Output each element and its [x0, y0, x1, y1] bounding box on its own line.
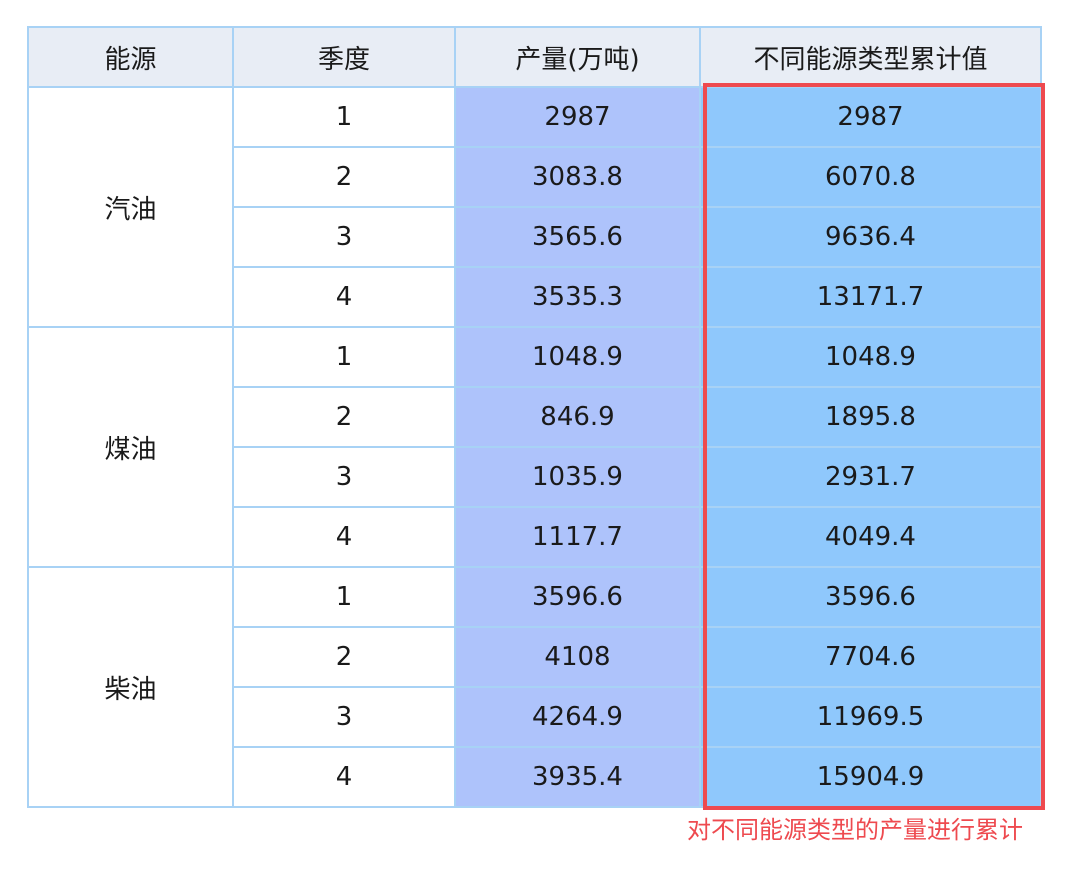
quarter-cell: 4	[232, 746, 456, 808]
cumulative-cell: 6070.8	[699, 146, 1042, 208]
quarter-cell: 1	[232, 86, 456, 148]
cumulative-table: 能源 季度 产量(万吨) 不同能源类型累计值 汽油 1 2987 2987 2 …	[27, 26, 1042, 808]
production-cell: 4264.9	[454, 686, 701, 748]
quarter-cell: 2	[232, 626, 456, 688]
cumulative-cell: 2931.7	[699, 446, 1042, 508]
cumulative-cell: 2987	[699, 86, 1042, 148]
annotation-note: 对不同能源类型的产量进行累计	[687, 816, 1023, 844]
production-cell: 3596.6	[454, 566, 701, 628]
production-cell: 846.9	[454, 386, 701, 448]
cumulative-cell: 13171.7	[699, 266, 1042, 328]
cumulative-cell: 4049.4	[699, 506, 1042, 568]
header-row: 能源 季度 产量(万吨) 不同能源类型累计值	[27, 26, 1042, 88]
cumulative-cell: 7704.6	[699, 626, 1042, 688]
cumulative-cell: 3596.6	[699, 566, 1042, 628]
energy-cell: 柴油	[27, 566, 234, 808]
energy-cell: 汽油	[27, 86, 234, 328]
table-row: 汽油 1 2987 2987	[27, 86, 1042, 328]
production-cell: 3935.4	[454, 746, 701, 808]
production-cell: 4108	[454, 626, 701, 688]
header-cumulative: 不同能源类型累计值	[699, 26, 1042, 88]
production-cell: 3535.3	[454, 266, 701, 328]
quarter-cell: 4	[232, 266, 456, 328]
cumulative-cell: 15904.9	[699, 746, 1042, 808]
quarter-cell: 1	[232, 326, 456, 388]
cumulative-cell: 1048.9	[699, 326, 1042, 388]
table-body: 汽油 1 2987 2987 2 3083.8 6070.8 3 3565.6 …	[27, 86, 1042, 808]
table-row: 煤油 1 1048.9 1048.9	[27, 326, 1042, 568]
production-cell: 1117.7	[454, 506, 701, 568]
quarter-cell: 2	[232, 146, 456, 208]
production-cell: 3565.6	[454, 206, 701, 268]
quarter-cell: 3	[232, 206, 456, 268]
header-production: 产量(万吨)	[454, 26, 701, 88]
cumulative-cell: 11969.5	[699, 686, 1042, 748]
table-row: 柴油 1 3596.6 3596.6	[27, 566, 1042, 808]
production-cell: 3083.8	[454, 146, 701, 208]
header-energy: 能源	[27, 26, 234, 88]
cumulative-cell: 1895.8	[699, 386, 1042, 448]
quarter-cell: 3	[232, 686, 456, 748]
quarter-cell: 2	[232, 386, 456, 448]
quarter-cell: 1	[232, 566, 456, 628]
energy-cell: 煤油	[27, 326, 234, 568]
production-cell: 2987	[454, 86, 701, 148]
cumulative-cell: 9636.4	[699, 206, 1042, 268]
production-cell: 1048.9	[454, 326, 701, 388]
quarter-cell: 4	[232, 506, 456, 568]
production-cell: 1035.9	[454, 446, 701, 508]
quarter-cell: 3	[232, 446, 456, 508]
header-quarter: 季度	[232, 26, 456, 88]
